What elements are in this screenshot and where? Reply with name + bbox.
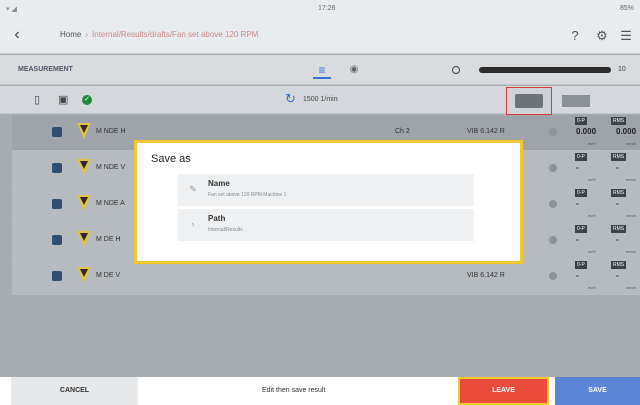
row-value-accel: -: [576, 235, 579, 244]
row-channel: Ch 2: [395, 128, 410, 135]
path-field-value[interactable]: Internal/Results: [208, 227, 243, 233]
row-name: M NDE V: [96, 164, 126, 171]
row-value-velocity: 0.000: [616, 127, 637, 136]
row-tag-rms: RMS: [611, 153, 627, 161]
machine-motor-icon[interactable]: [506, 87, 552, 115]
row-value-velocity: -: [616, 235, 619, 244]
help-icon[interactable]: ?: [566, 27, 584, 45]
measurement-point-icon: [77, 159, 91, 175]
row-sensor-type: VIB 6.142 R: [467, 128, 505, 135]
row-unit-accel: m/s²: [588, 249, 596, 254]
row-name: M NDE H: [96, 128, 126, 135]
breadcrumb: Home › Internal/Results/drafts/Fan set abo…: [60, 30, 258, 39]
measurement-point-icon: [77, 231, 91, 247]
row-unit-velocity: mm/s: [626, 177, 636, 182]
top-bar: ‹ Home › Internal/Results/drafts/Fan set a…: [0, 18, 640, 54]
menu-icon[interactable]: ☰: [617, 27, 635, 45]
leave-button[interactable]: LEAVE: [458, 377, 549, 405]
row-tag-rms: RMS: [611, 225, 627, 233]
row-unit-velocity: mm/s: [626, 249, 636, 254]
row-tag-peak: 0-P: [575, 153, 587, 161]
row-tag-peak: 0-P: [575, 117, 587, 125]
back-chevron-icon[interactable]: ‹: [8, 26, 26, 44]
row-name: M NDE A: [96, 200, 125, 207]
status-bar: ▾ ◢ 17:26 85%: [0, 0, 640, 18]
measurement-point-icon: [77, 267, 91, 283]
footer-bar: CANCEL Edit then save result LEAVE SAVE: [0, 377, 640, 405]
save-as-dialog: Save as ✎ Name Fan set above 120 RPM Mac…: [134, 140, 523, 264]
pencil-icon: ✎: [189, 184, 197, 194]
row-value-velocity: -: [616, 163, 619, 172]
measurement-label: MEASUREMENT: [18, 66, 73, 73]
row-value-accel: 0.000: [576, 127, 597, 136]
row-value-velocity: -: [616, 199, 619, 208]
signal-icon: ▾ ◢: [6, 6, 17, 13]
measurement-point-icon: [77, 195, 91, 211]
path-field[interactable]: › Path Internal/Results: [178, 209, 474, 241]
overview-icon[interactable]: ◉: [345, 61, 363, 79]
row-tag-peak: 0-P: [575, 189, 587, 197]
breadcrumb-separator: ›: [85, 30, 89, 39]
row-tag-rms: RMS: [611, 117, 627, 125]
row-unit-velocity: mm/s: [626, 285, 636, 290]
live-sensor-icon[interactable]: ▣: [58, 93, 68, 106]
row-name: M DE H: [96, 236, 121, 243]
sensor-icon: [52, 271, 62, 281]
row-status-dot: [549, 200, 557, 208]
chevron-right-icon: ›: [191, 219, 195, 229]
table-row[interactable]: M DE V VIB 6.142 R 0-P RMS - - m/s² mm/s: [12, 259, 640, 295]
sensor-icon: [52, 127, 62, 137]
row-value-accel: -: [576, 271, 579, 280]
cancel-button[interactable]: CANCEL: [11, 377, 138, 405]
sensor-icon: [52, 163, 62, 173]
row-unit-accel: m/s²: [588, 285, 596, 290]
battery-level: 85%: [619, 5, 634, 12]
row-tag-rms: RMS: [611, 189, 627, 197]
row-value-accel: -: [576, 163, 579, 172]
name-field-label: Name: [208, 179, 230, 188]
dialog-title: Save as: [151, 153, 191, 165]
name-field[interactable]: ✎ Name Fan set above 120 RPM Machine 1: [178, 174, 474, 206]
name-field-value[interactable]: Fan set above 120 RPM Machine 1: [208, 192, 286, 198]
rpm-value[interactable]: 1500 1/min: [303, 96, 338, 103]
row-unit-accel: m/s²: [588, 141, 596, 146]
machine-fan-icon[interactable]: [562, 92, 596, 112]
slider-track[interactable]: [479, 67, 611, 73]
row-name: M DE V: [96, 272, 121, 279]
row-tag-peak: 0-P: [575, 225, 587, 233]
slider-target-icon: [452, 66, 460, 74]
row-tag-rms: RMS: [611, 261, 627, 269]
row-tag-peak: 0-P: [575, 261, 587, 269]
sensor-settings-icon[interactable]: ⚙: [593, 27, 611, 45]
save-button[interactable]: SAVE: [555, 377, 640, 405]
sensor-icon: [52, 235, 62, 245]
row-unit-velocity: mm/s: [626, 213, 636, 218]
row-sensor-type: VIB 6.142 R: [467, 272, 505, 279]
path-field-label: Path: [208, 214, 226, 223]
footer-hint: Edit then save result: [262, 387, 326, 394]
clipboard-icon[interactable]: ▯: [34, 93, 40, 106]
row-value-velocity: -: [616, 271, 619, 280]
row-unit-velocity: mm/s: [626, 141, 636, 146]
row-status-dot: [549, 272, 557, 280]
rpm-icon: ↻: [285, 91, 296, 106]
measurement-bar: MEASUREMENT ≡ ◉ 10: [0, 55, 640, 85]
status-time: 17:26: [318, 5, 336, 12]
row-value-accel: -: [576, 199, 579, 208]
slider-value: 10: [618, 66, 626, 73]
sensor-icon: [52, 199, 62, 209]
list-view-icon[interactable]: ≡: [313, 61, 331, 79]
row-unit-accel: m/s²: [588, 213, 596, 218]
row-status-dot: [549, 128, 557, 136]
status-ok-icon: ✓: [82, 95, 92, 105]
row-unit-accel: m/s²: [588, 177, 596, 182]
breadcrumb-path[interactable]: Internal/Results/drafts/Fan set above 12…: [92, 30, 258, 39]
measurement-point-icon: [77, 123, 91, 139]
row-status-dot: [549, 236, 557, 244]
row-status-dot: [549, 164, 557, 172]
breadcrumb-home[interactable]: Home: [60, 30, 81, 39]
